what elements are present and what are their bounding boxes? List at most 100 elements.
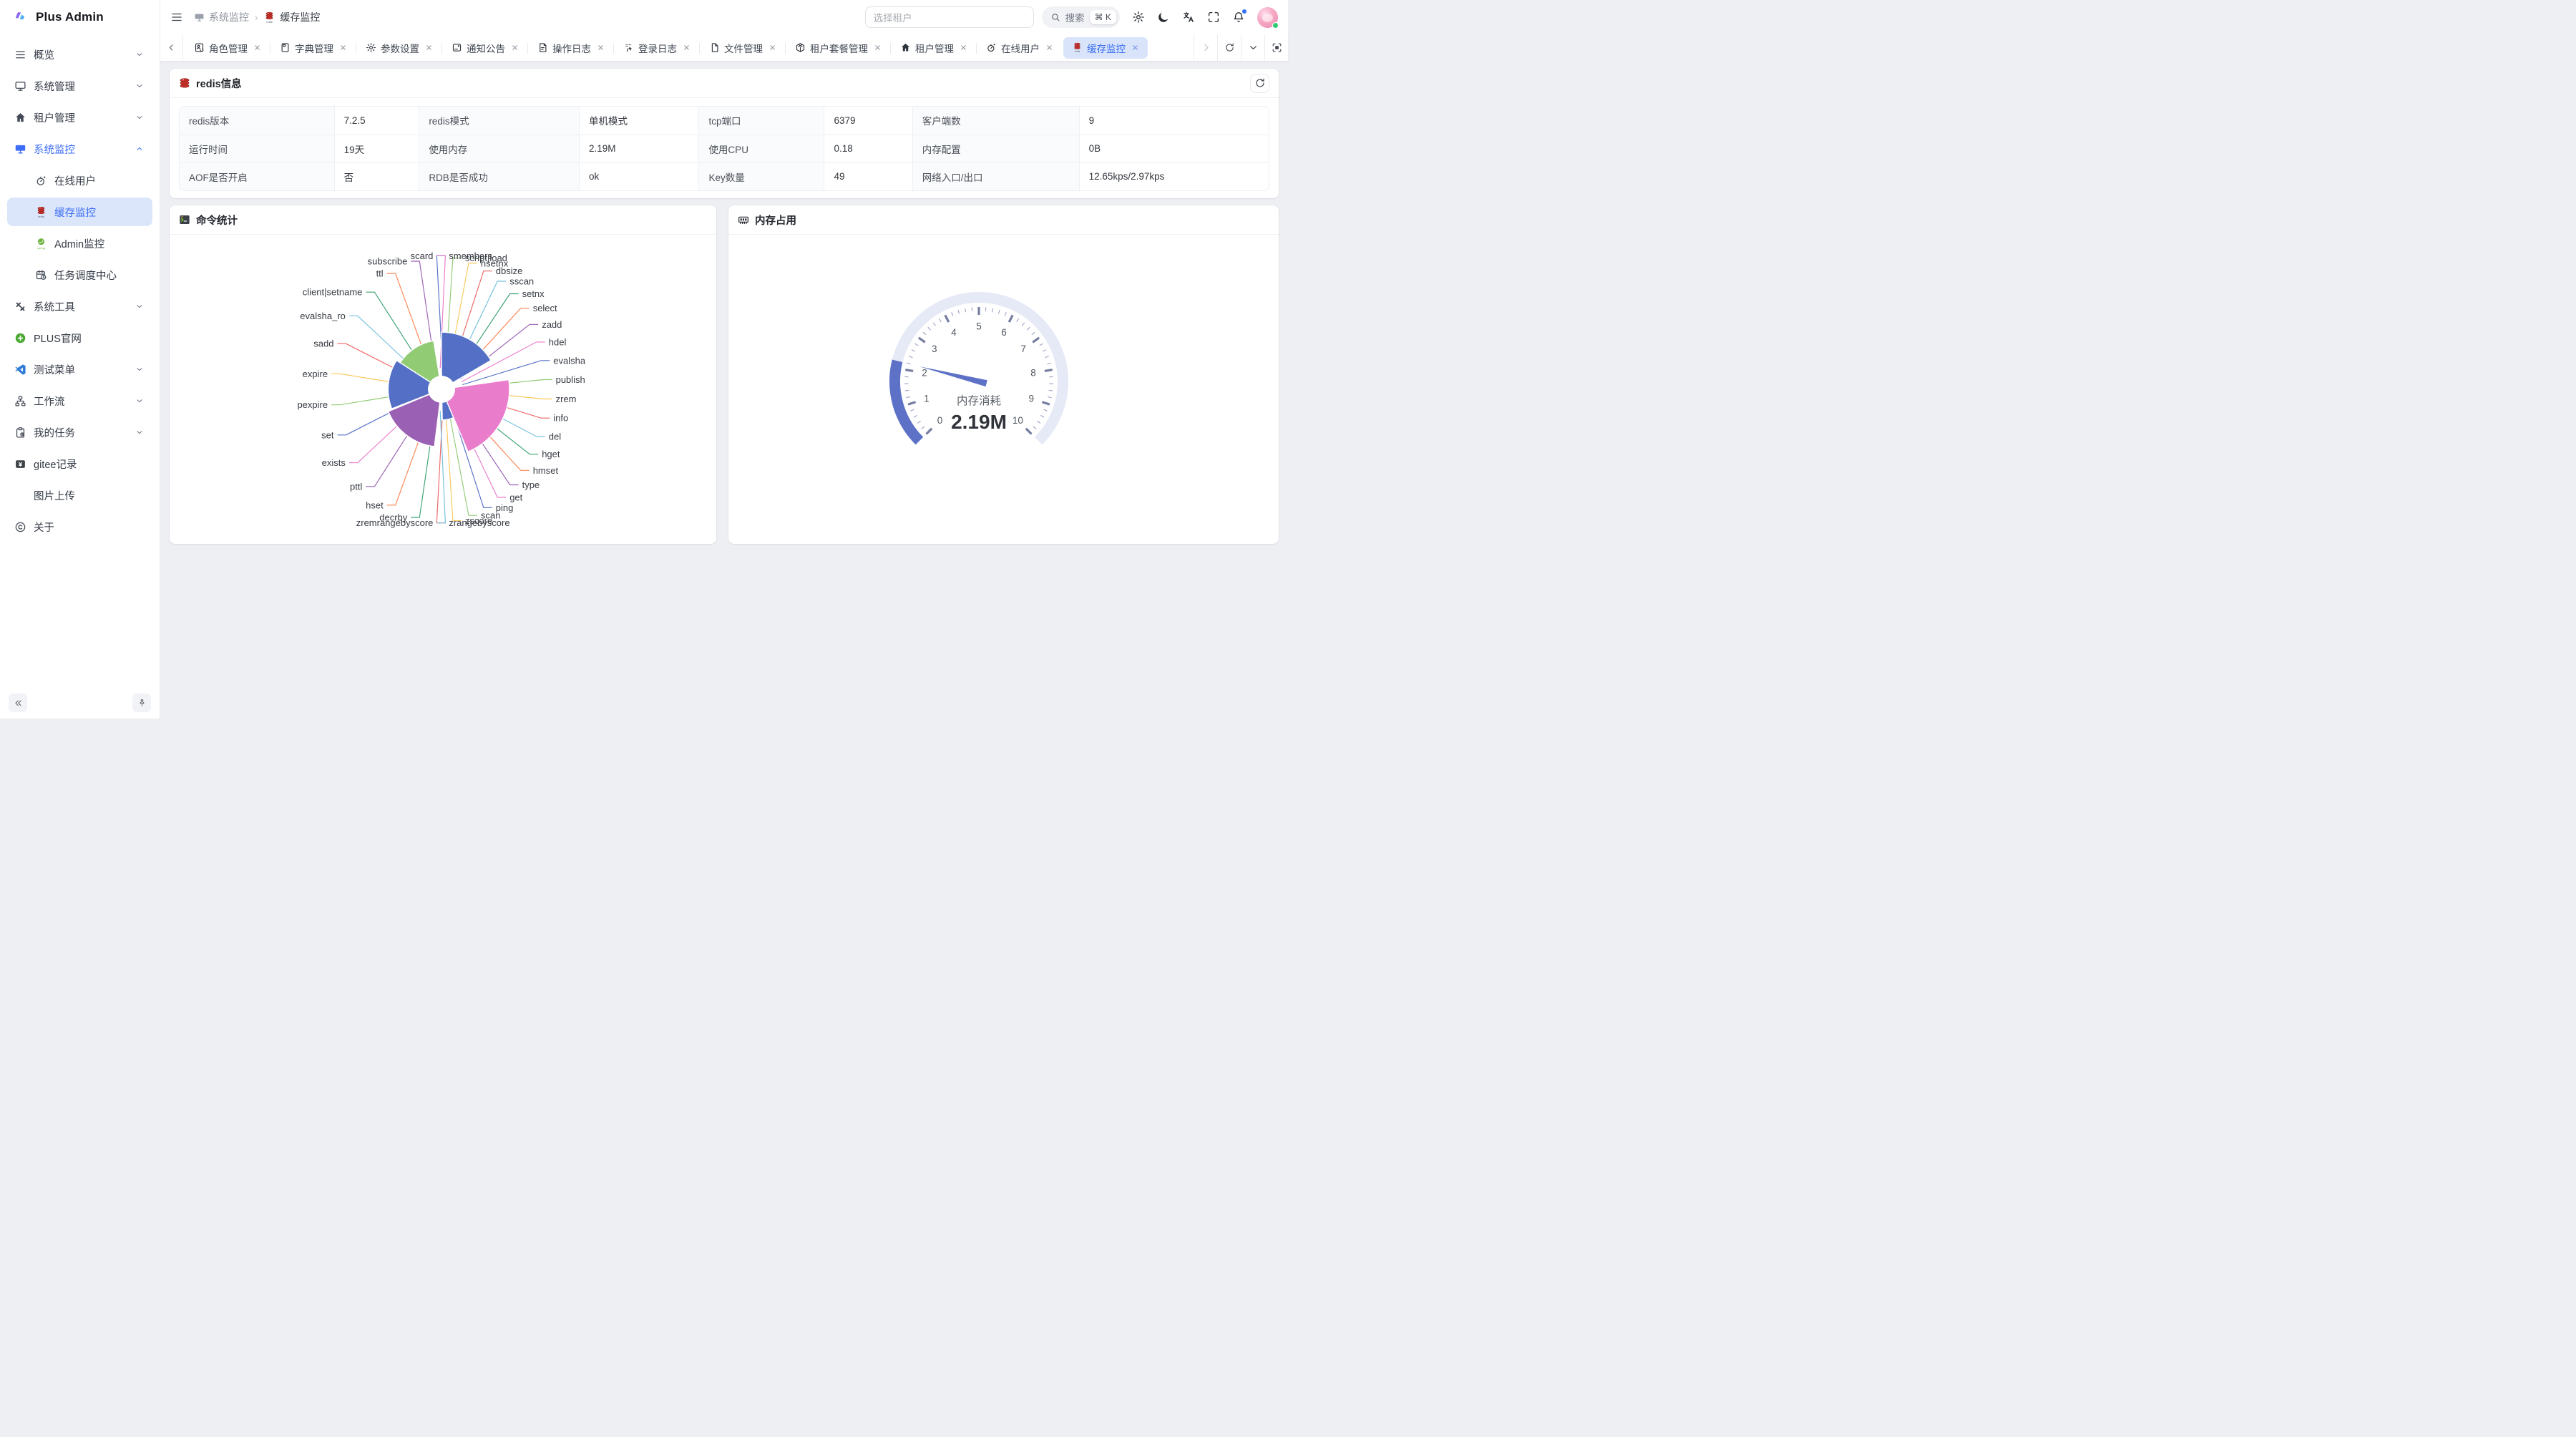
sidebar-item-13[interactable]: gitee记录 [7, 449, 152, 478]
redis-info-card-header: redis信息 [170, 69, 1279, 98]
tabs-scroll-right-button[interactable] [1194, 34, 1217, 61]
sidebar-item-12[interactable]: 我的任务 [7, 418, 152, 447]
global-search-button[interactable]: 搜索 ⌘ K [1042, 6, 1120, 28]
sidebar-item-9[interactable]: PLUS官网 [7, 323, 152, 352]
gauge-major-tick [1045, 370, 1053, 371]
slice-label-select: select [533, 303, 557, 313]
close-tab-icon[interactable] [339, 44, 347, 52]
sidebar-item-4[interactable]: 在线用户 [7, 166, 152, 195]
gauge-minor-tick [1045, 356, 1049, 358]
close-tab-icon[interactable] [769, 44, 776, 52]
info-value-cell: 0.18 [824, 135, 912, 162]
close-tab-icon[interactable] [683, 44, 691, 52]
close-tab-icon[interactable] [597, 44, 605, 52]
app-logo[interactable]: Plus Admin [0, 0, 160, 34]
sidebar-item-3[interactable]: 系统监控 [7, 135, 152, 163]
tabs-scroll-left-button[interactable] [160, 34, 183, 61]
pin-sidebar-button[interactable] [132, 693, 151, 712]
slice-label-hmset: hmset [533, 465, 559, 476]
sidebar-item-14[interactable]: 图片上传 [7, 481, 152, 510]
tab-label: 字典管理 [295, 41, 333, 55]
gauge-minor-tick [985, 307, 986, 311]
gauge-minor-tick [1043, 409, 1047, 411]
close-tab-icon[interactable] [1045, 44, 1053, 52]
tab-3[interactable]: 通知公告 [443, 37, 527, 59]
redis-refresh-button[interactable] [1250, 74, 1269, 93]
id-badge-icon [194, 42, 205, 53]
slice-label-set: set [321, 429, 334, 440]
gauge-major-tick [1033, 338, 1039, 342]
sidebar-item-label: 概览 [34, 47, 54, 62]
close-tab-icon[interactable] [960, 44, 967, 52]
avatar[interactable] [1257, 7, 1278, 28]
tab-label: 角色管理 [209, 41, 248, 55]
close-tab-icon[interactable] [874, 44, 882, 52]
tab-2[interactable]: 参数设置 [357, 37, 441, 59]
info-label-cell: tcp端口 [699, 107, 824, 135]
hamburger-menu-icon[interactable] [170, 11, 183, 24]
tab-10-active[interactable]: redis缓存监控 [1063, 37, 1148, 59]
tab-0[interactable]: 角色管理 [185, 37, 270, 59]
collapse-sidebar-button[interactable] [9, 693, 27, 712]
breadcrumb-system-monitor[interactable]: 系统监控 [194, 10, 249, 24]
close-tab-icon[interactable] [425, 44, 433, 52]
plus-circle-icon [14, 332, 26, 344]
yen-card-icon [14, 458, 26, 470]
dark-mode-moon-icon[interactable] [1157, 11, 1170, 24]
tenant-select[interactable]: 选择租户 [865, 6, 1034, 28]
gauge-major-tick [926, 429, 932, 434]
gauge-major-tick [908, 402, 915, 404]
sidebar-item-0[interactable]: 概览 [7, 40, 152, 69]
tab-9[interactable]: 在线用户 [977, 37, 1062, 59]
gear-icon [366, 42, 376, 53]
sidebar-item-1[interactable]: 系统管理 [7, 72, 152, 100]
label-line-zremrangebyscore [436, 411, 445, 523]
sidebar-item-2[interactable]: 租户管理 [7, 103, 152, 132]
tab-4[interactable]: 操作日志 [529, 37, 613, 59]
sidebar-item-8[interactable]: 系统工具 [7, 292, 152, 321]
gauge-minor-tick [1048, 396, 1051, 397]
gauge-minor-tick [917, 421, 921, 423]
info-label-cell: 使用内存 [419, 135, 580, 162]
refresh-page-button[interactable] [1217, 34, 1241, 61]
gauge-minor-tick [1027, 327, 1030, 330]
sidebar-item-15[interactable]: 关于 [7, 512, 152, 541]
sidebar-item-label: 工作流 [34, 394, 65, 409]
tab-1[interactable]: 字典管理 [271, 37, 356, 59]
tab-6[interactable]: 文件管理 [701, 37, 785, 59]
memory-usage-header: 内存占用 [728, 205, 1279, 235]
close-tab-icon[interactable] [253, 44, 261, 52]
sidebar-item-7[interactable]: 任务调度中心 [7, 260, 152, 289]
file-icon [709, 42, 720, 53]
close-tab-icon[interactable] [511, 44, 519, 52]
tab-label: 登录日志 [638, 41, 677, 55]
tab-menu-button[interactable] [1241, 34, 1264, 61]
memory-usage-title: 内存占用 [755, 213, 796, 228]
sidebar-item-label: PLUS官网 [34, 331, 82, 346]
notifications-button[interactable] [1232, 11, 1245, 24]
slice-label-type: type [522, 479, 540, 490]
translate-icon[interactable] [1182, 11, 1195, 24]
tab-8[interactable]: 租户管理 [892, 37, 976, 59]
tab-5[interactable]: 登录日志 [615, 37, 699, 59]
monitor-icon [194, 12, 205, 23]
breadcrumb-cache-monitor[interactable]: redis 缓存监控 [263, 10, 320, 24]
slice-label-zrem: zrem [556, 394, 577, 404]
tab-7[interactable]: 租户套餐管理 [786, 37, 890, 59]
sidebar-item-5[interactable]: redis缓存监控 [7, 198, 152, 226]
gauge-tick-label: 10 [1013, 415, 1023, 426]
content-fullscreen-button[interactable] [1264, 34, 1288, 61]
tab-label: 通知公告 [467, 41, 505, 55]
search-icon [1050, 12, 1060, 22]
sidebar-item-label: 测试菜单 [34, 362, 75, 377]
tab-label: 操作日志 [552, 41, 591, 55]
fullscreen-icon[interactable] [1207, 11, 1220, 24]
close-tab-icon[interactable] [1131, 44, 1139, 52]
sidebar-item-10[interactable]: 测试菜单 [7, 355, 152, 384]
gauge-tick-label: 7 [1021, 344, 1027, 354]
slice-label-subscribe: subscribe [368, 256, 408, 267]
sidebar-item-11[interactable]: 工作流 [7, 386, 152, 415]
sidebar-item-6[interactable]: springAdmin监控 [7, 229, 152, 258]
gauge-minor-tick [998, 310, 1000, 313]
settings-gear-icon[interactable] [1132, 11, 1145, 24]
